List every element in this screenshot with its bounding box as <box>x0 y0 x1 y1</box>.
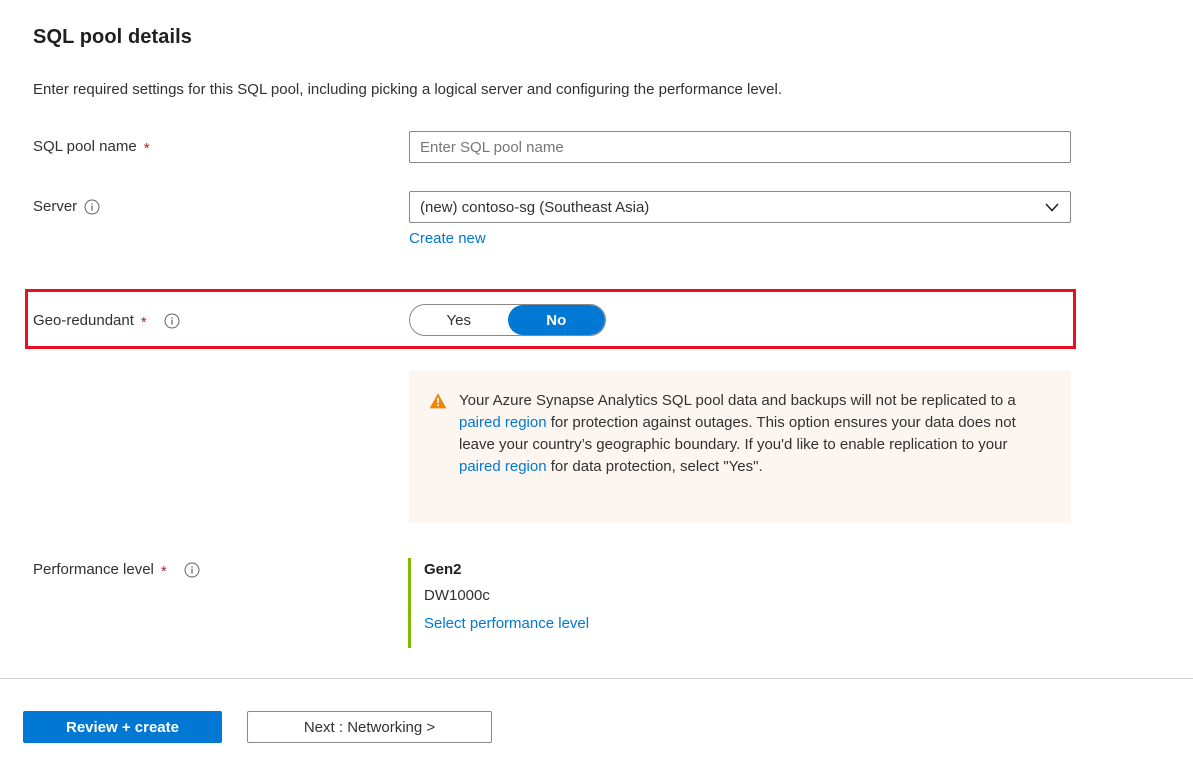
warning-text-part-3: for data protection, select "Yes". <box>547 458 763 475</box>
info-icon[interactable] <box>164 313 180 329</box>
performance-tier: Gen2 <box>424 558 589 582</box>
paired-region-link-1[interactable]: paired region <box>459 414 547 431</box>
server-select-value: (new) contoso-sg (Southeast Asia) <box>420 199 1044 216</box>
performance-level-label: Performance level * <box>33 561 200 578</box>
next-networking-button[interactable]: Next : Networking > <box>247 711 492 743</box>
sql-pool-name-input[interactable] <box>409 131 1071 163</box>
footer-divider <box>0 678 1193 679</box>
server-label-text: Server <box>33 198 77 215</box>
performance-level-label-text: Performance level <box>33 561 154 578</box>
performance-level-card: Gen2 DW1000c Select performance level <box>408 558 589 648</box>
required-asterisk: * <box>161 564 167 579</box>
server-select[interactable]: (new) contoso-sg (Southeast Asia) <box>409 191 1071 223</box>
sql-pool-name-label-text: SQL pool name <box>33 138 137 155</box>
geo-redundant-option-yes[interactable]: Yes <box>410 305 508 335</box>
required-asterisk: * <box>141 315 147 330</box>
sql-pool-name-label: SQL pool name * <box>33 138 150 155</box>
geo-redundancy-warning-banner: Your Azure Synapse Analytics SQL pool da… <box>409 371 1071 523</box>
info-icon[interactable] <box>184 562 200 578</box>
geo-redundant-label-text: Geo-redundant <box>33 312 134 329</box>
warning-text: Your Azure Synapse Analytics SQL pool da… <box>459 390 1035 523</box>
geo-redundant-toggle[interactable]: Yes No <box>409 304 606 336</box>
select-performance-level-link[interactable]: Select performance level <box>424 610 589 638</box>
info-icon[interactable] <box>84 199 100 215</box>
warning-triangle-icon <box>429 392 447 410</box>
review-create-button[interactable]: Review + create <box>23 711 222 743</box>
required-asterisk: * <box>144 141 150 156</box>
server-label: Server <box>33 198 100 215</box>
sql-pool-details-page: SQL pool details Enter required settings… <box>0 0 1193 760</box>
page-title: SQL pool details <box>33 26 192 49</box>
paired-region-link-2[interactable]: paired region <box>459 458 547 475</box>
geo-redundant-label: Geo-redundant * <box>33 312 180 329</box>
create-new-server-link[interactable]: Create new <box>409 230 486 247</box>
page-description: Enter required settings for this SQL poo… <box>33 81 782 98</box>
chevron-down-icon <box>1044 199 1060 215</box>
performance-size: DW1000c <box>424 582 589 610</box>
geo-redundant-option-no[interactable]: No <box>508 305 606 335</box>
warning-text-part-1: Your Azure Synapse Analytics SQL pool da… <box>459 392 1016 409</box>
